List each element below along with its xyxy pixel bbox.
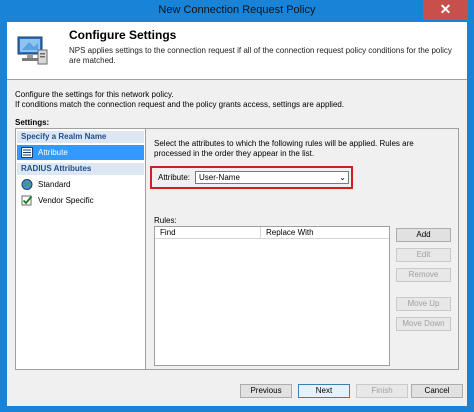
page-description: NPS applies settings to the connection r… [69, 46, 452, 65]
page-title: Configure Settings [69, 28, 177, 42]
settings-label: Settings: [15, 118, 50, 127]
nav-item-standard[interactable]: Standard [17, 177, 144, 192]
title-bar: New Connection Request Policy ✕ [0, 0, 474, 22]
rules-label: Rules: [154, 216, 177, 225]
dialog-client: Configure Settings NPS applies settings … [7, 22, 467, 406]
attribute-dropdown[interactable]: User-Name ⌄ [195, 171, 349, 184]
finish-button[interactable]: Finish [356, 384, 408, 398]
nav-item-label: Standard [38, 180, 71, 189]
add-button[interactable]: Add [396, 228, 451, 242]
column-header-find[interactable]: Find [155, 227, 261, 239]
next-button[interactable]: Next [298, 384, 350, 398]
intro-line-1: Configure the settings for this network … [15, 90, 174, 99]
rules-list[interactable]: Find Replace With [154, 226, 390, 366]
nav-item-vendor-specific[interactable]: Vendor Specific [17, 193, 144, 208]
window-title: New Connection Request Policy [158, 4, 316, 16]
move-down-button[interactable]: Move Down [396, 317, 451, 331]
intro-text: Configure the settings for this network … [15, 90, 455, 110]
attribute-label: Attribute: [158, 173, 191, 182]
move-up-button[interactable]: Move Up [396, 297, 451, 311]
wizard-header: Configure Settings NPS applies settings … [7, 22, 467, 80]
checkmark-icon [21, 195, 33, 206]
intro-line-2: If conditions match the connection reque… [15, 100, 345, 109]
nav-category-radius: RADIUS Attributes [17, 163, 144, 175]
edit-button[interactable]: Edit [396, 248, 451, 262]
network-monitor-icon [17, 36, 48, 65]
previous-button[interactable]: Previous [240, 384, 292, 398]
settings-detail-panel: Select the attributes to which the follo… [145, 128, 459, 370]
attribute-highlight-box: Attribute: User-Name ⌄ [150, 166, 353, 189]
settings-nav: Specify a Realm Name Attribute RADIUS At… [15, 128, 146, 370]
remove-button[interactable]: Remove [396, 268, 451, 282]
chevron-down-icon: ⌄ [339, 173, 346, 182]
nav-item-label: Attribute [38, 148, 68, 157]
list-icon [21, 147, 33, 158]
nav-item-attribute[interactable]: Attribute [17, 145, 144, 160]
attribute-value: User-Name [199, 173, 240, 182]
cancel-button[interactable]: Cancel [411, 384, 463, 398]
globe-icon [21, 179, 33, 190]
nav-category-realm: Specify a Realm Name [17, 131, 144, 143]
column-header-replace-with[interactable]: Replace With [261, 227, 389, 239]
nav-item-label: Vendor Specific [38, 196, 94, 205]
rules-header-row: Find Replace With [155, 227, 389, 239]
close-button[interactable]: ✕ [423, 0, 468, 20]
panel-description: Select the attributes to which the follo… [154, 139, 414, 158]
